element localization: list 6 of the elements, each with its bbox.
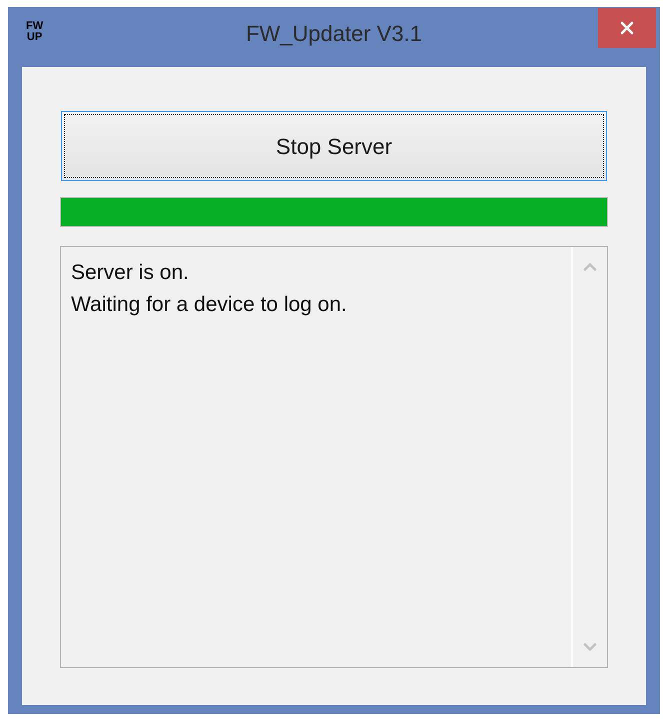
window-title: FW_Updater V3.1 (246, 20, 422, 48)
log-line: Server is on. (71, 260, 190, 286)
stop-server-button[interactable]: Stop Server (61, 111, 607, 181)
close-button[interactable] (598, 8, 656, 48)
app-logo: FW UP (26, 21, 44, 43)
log-line: Waiting for a device to log on. (71, 292, 348, 318)
